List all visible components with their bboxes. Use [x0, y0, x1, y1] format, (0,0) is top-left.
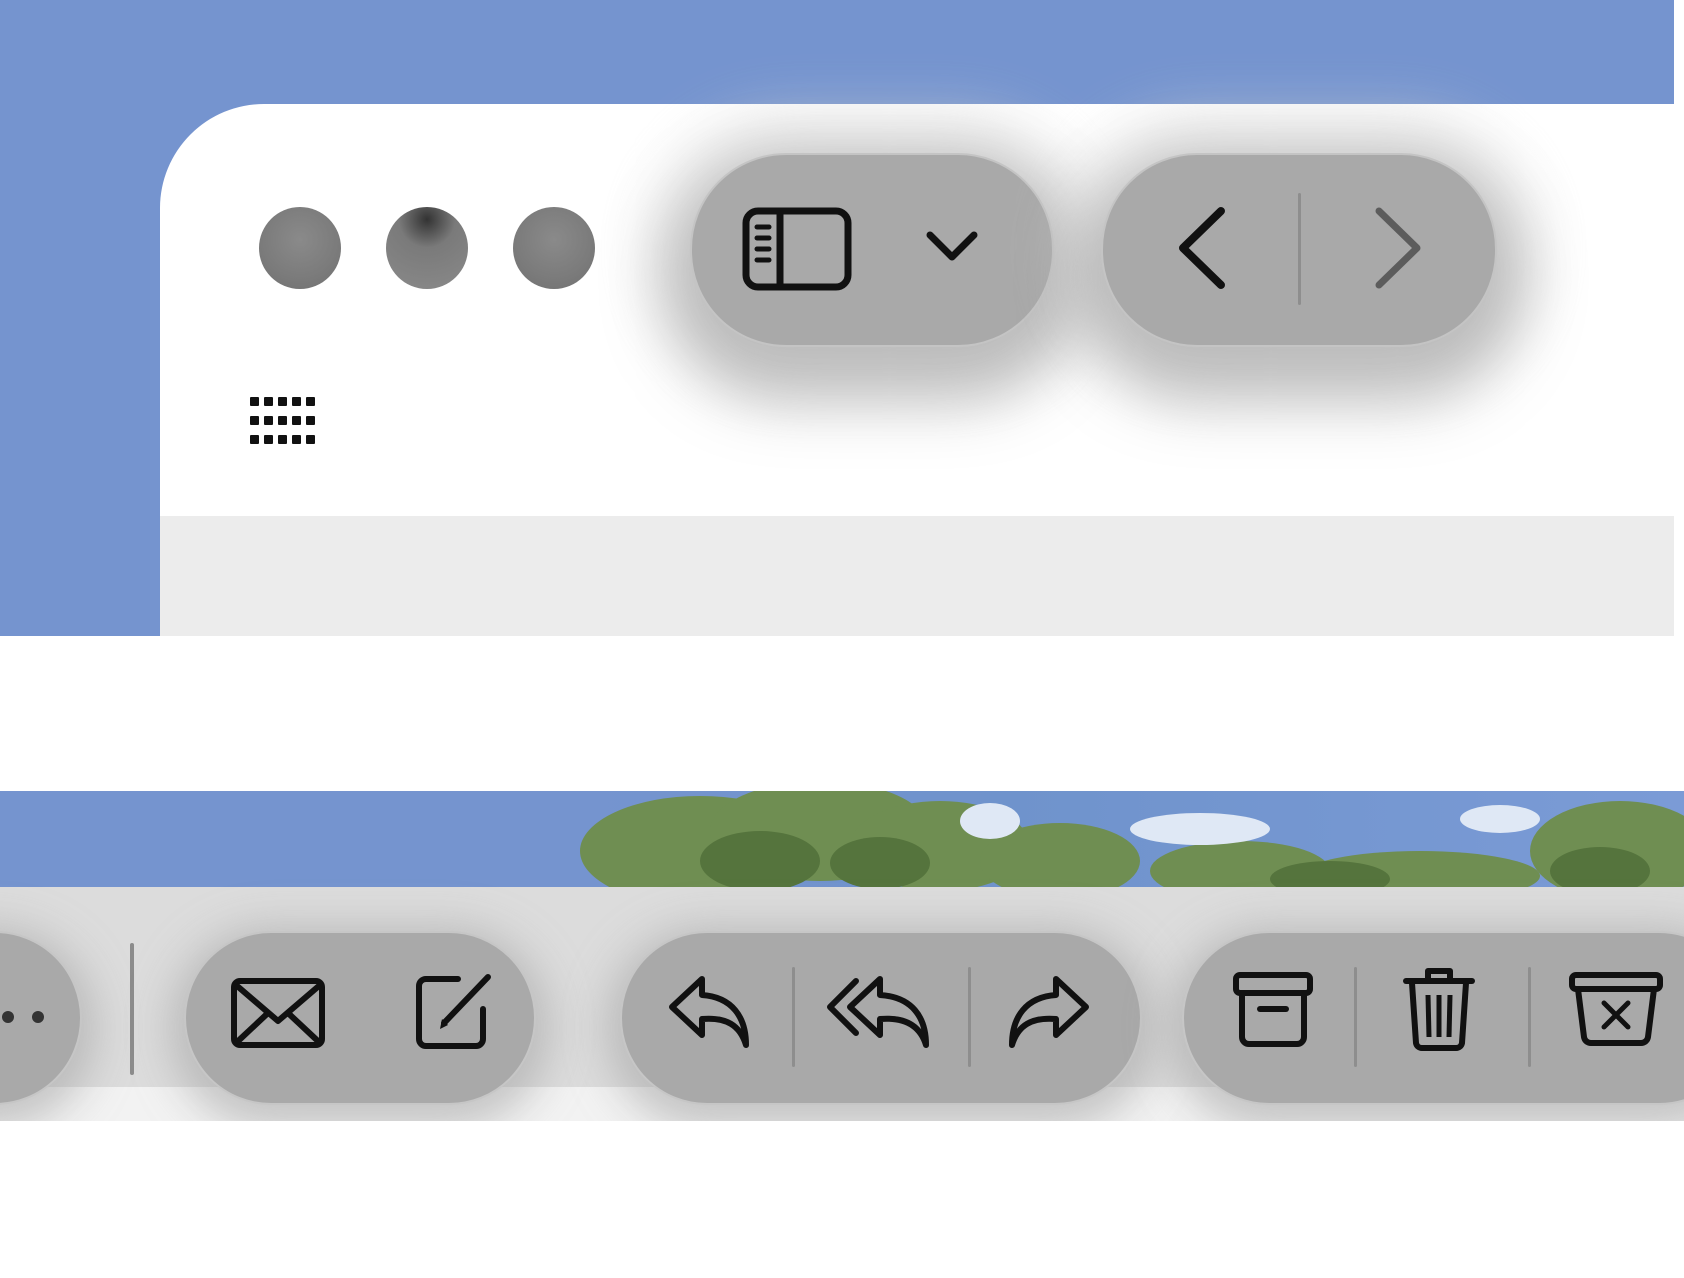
reply-divider-2	[968, 967, 971, 1067]
nav-divider	[1298, 193, 1301, 305]
organize-divider-2	[1528, 967, 1531, 1067]
reply-divider-1	[792, 967, 795, 1067]
forward-icon[interactable]	[1371, 205, 1425, 291]
forward-icon[interactable]	[1006, 973, 1092, 1049]
screenshot	[0, 0, 1684, 1278]
reply-all-icon[interactable]	[826, 973, 932, 1049]
app-grid-icon[interactable]	[250, 397, 316, 445]
envelope-icon[interactable]	[230, 977, 326, 1049]
archive-icon[interactable]	[1232, 971, 1314, 1049]
reply-actions-group	[620, 931, 1142, 1105]
reply-icon[interactable]	[666, 973, 752, 1049]
chevron-down-icon[interactable]	[924, 227, 980, 267]
compose-icon[interactable]	[414, 969, 496, 1051]
minimize-window-button[interactable]	[386, 207, 468, 289]
more-icon[interactable]	[0, 1007, 50, 1027]
junk-icon[interactable]	[1568, 971, 1664, 1049]
organize-divider-1	[1354, 967, 1357, 1067]
toolbar-separator	[130, 943, 134, 1075]
zoom-window-button[interactable]	[513, 207, 595, 289]
trash-icon[interactable]	[1402, 965, 1476, 1051]
window-content-strip	[160, 516, 1674, 636]
sidebar-icon[interactable]	[742, 207, 852, 291]
organize-actions-group	[1182, 931, 1684, 1105]
tree-foliage-image	[580, 791, 1684, 887]
desktop-background-top	[0, 0, 1674, 636]
sidebar-toggle-group	[690, 153, 1054, 347]
message-toolbar-region	[0, 791, 1684, 1121]
close-window-button[interactable]	[259, 207, 341, 289]
mail-actions-group	[184, 931, 536, 1105]
back-icon[interactable]	[1175, 205, 1229, 291]
history-navigation-group	[1101, 153, 1497, 347]
